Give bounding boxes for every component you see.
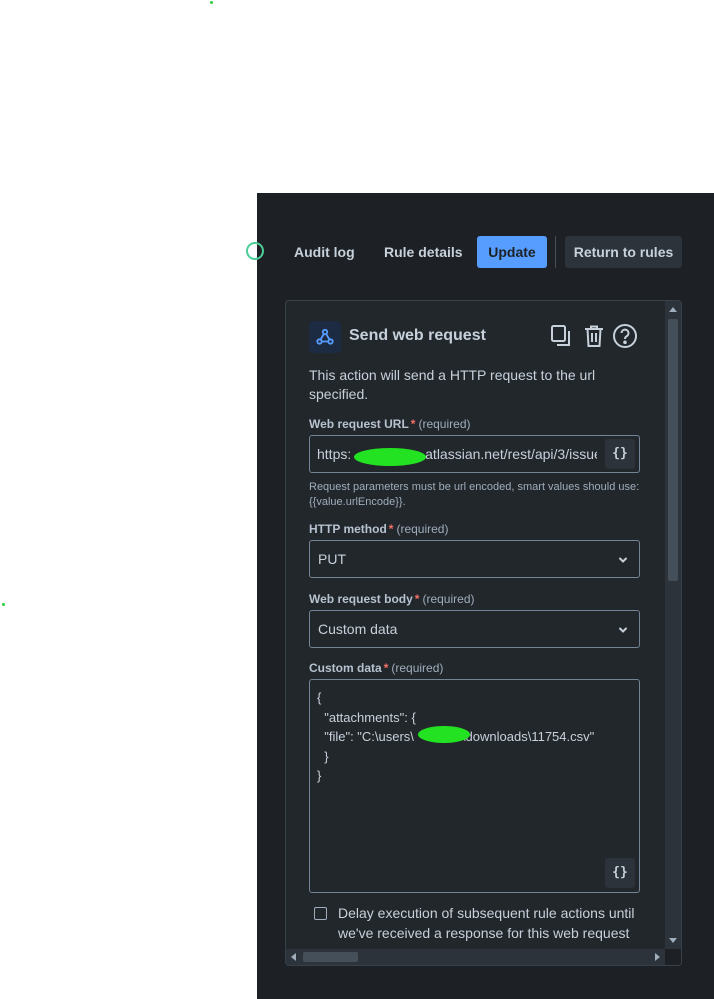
webhook-icon <box>309 321 341 353</box>
url-prefix: https: <box>317 446 352 462</box>
url-host: .atlassian.net/rest/api/3/issue <box>421 446 597 462</box>
code-line: { <box>317 690 322 705</box>
code-line: } <box>317 768 322 783</box>
required-asterisk: * <box>410 417 416 431</box>
help-icon[interactable] <box>612 323 638 349</box>
method-label: HTTP method * (required) <box>309 522 448 536</box>
web-request-body-select[interactable]: Custom data <box>309 610 640 648</box>
request-body-value: Custom data <box>318 621 398 637</box>
http-method-select[interactable]: PUT <box>309 540 640 578</box>
body-label: Web request body * (required) <box>309 592 475 606</box>
url-label: Web request URL * (required) <box>309 417 471 431</box>
horizontal-scrollbar[interactable] <box>286 949 665 965</box>
trash-icon[interactable] <box>581 323 607 349</box>
required-asterisk: * <box>414 592 420 606</box>
audit-log-button[interactable]: Audit log <box>286 236 363 268</box>
scroll-right-arrow[interactable] <box>655 953 660 961</box>
url-label-text: Web request URL <box>309 417 409 431</box>
code-line-start: "file": "C:\users\ <box>317 729 414 744</box>
delay-execution-checkbox[interactable] <box>314 907 327 920</box>
code-line: } <box>317 748 329 764</box>
required-hint: (required) <box>391 661 444 675</box>
method-label-text: HTTP method <box>309 522 387 536</box>
web-request-url-input[interactable]: https: .atlassian.net/rest/api/3/issue {} <box>309 435 640 473</box>
scroll-down-arrow[interactable] <box>669 938 677 943</box>
green-dot <box>2 603 5 606</box>
chevron-down-icon <box>619 627 627 633</box>
required-asterisk: * <box>383 661 389 675</box>
custom-data-label: Custom data * (required) <box>309 661 443 675</box>
custom-data-textarea[interactable]: { "attachments": { "file": "C:\users\ \do… <box>309 679 640 893</box>
scrollbar-corner <box>665 949 681 965</box>
send-web-request-card: Send web request This action will send a… <box>285 300 682 966</box>
code-line: "attachments": { <box>317 709 416 725</box>
scroll-up-arrow[interactable] <box>669 307 677 312</box>
action-title: Send web request <box>349 327 486 344</box>
http-method-value: PUT <box>318 551 346 567</box>
update-button[interactable]: Update <box>477 236 547 268</box>
vertical-scroll-thumb[interactable] <box>668 319 678 581</box>
rule-details-button[interactable]: Rule details <box>376 236 471 268</box>
redaction-mark <box>354 448 426 466</box>
custom-data-smart-value-button[interactable]: {} <box>605 858 635 888</box>
url-help-text: Request parameters must be url encoded, … <box>309 481 640 508</box>
action-description: This action will send a HTTP request to … <box>309 367 596 402</box>
scroll-left-arrow[interactable] <box>291 953 296 961</box>
return-to-rules-button[interactable]: Return to rules <box>565 236 682 268</box>
required-asterisk: * <box>388 522 394 536</box>
code-line-end: \downloads\11754.csv" <box>461 729 595 744</box>
green-dot <box>210 1 213 4</box>
copy-icon[interactable] <box>548 323 574 349</box>
required-hint: (required) <box>418 417 471 431</box>
body-label-text: Web request body <box>309 592 413 606</box>
custom-data-label-text: Custom data <box>309 661 382 675</box>
rule-status-icon <box>246 242 264 260</box>
card-content: Send web request This action will send a… <box>286 301 663 949</box>
required-hint: (required) <box>422 592 475 606</box>
chevron-down-icon <box>619 557 627 563</box>
header-divider <box>555 236 556 268</box>
redaction-mark <box>418 726 470 743</box>
delay-execution-label: Delay execution of subsequent rule actio… <box>338 905 635 941</box>
required-hint: (required) <box>396 522 449 536</box>
url-smart-value-button[interactable]: {} <box>605 439 635 469</box>
vertical-scrollbar[interactable] <box>665 301 681 949</box>
horizontal-scroll-thumb[interactable] <box>303 952 358 962</box>
